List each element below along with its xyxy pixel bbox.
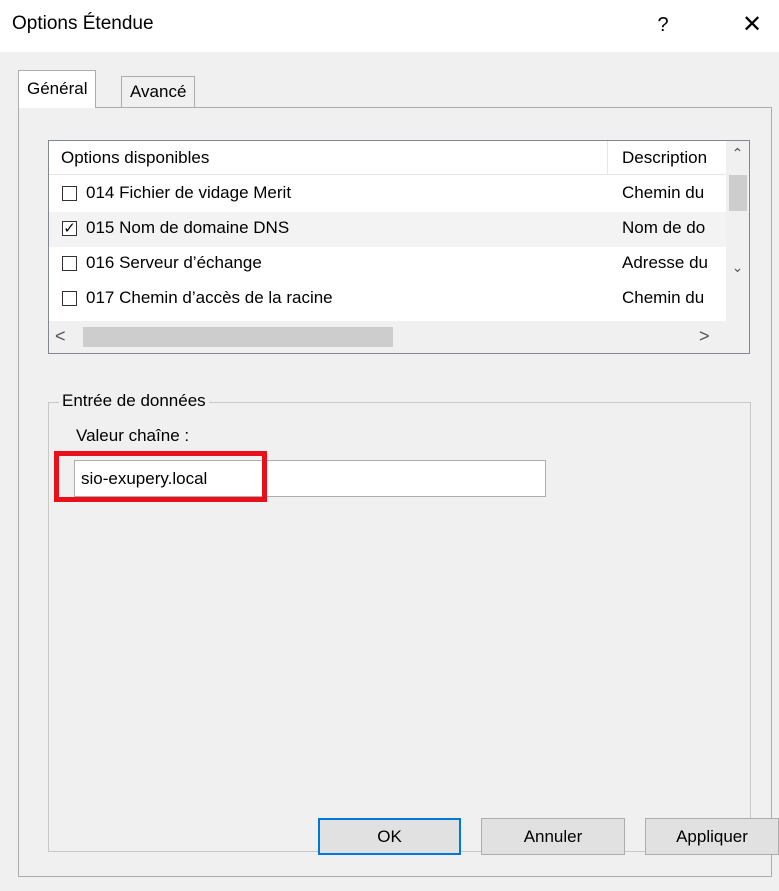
scroll-right-icon[interactable]: > — [699, 326, 710, 347]
option-description: Adresse du — [622, 253, 708, 272]
dialog-client-area: Général Avancé Options disponibles Descr… — [0, 52, 779, 891]
option-checkbox[interactable] — [62, 291, 77, 306]
window-title: Options Étendue — [12, 13, 154, 34]
close-button[interactable]: ✕ — [735, 8, 769, 42]
apply-button[interactable]: Appliquer — [645, 818, 779, 855]
horizontal-scrollbar[interactable]: < > — [49, 321, 749, 353]
list-item[interactable]: ✓ 015 Nom de domaine DNS Nom de do — [49, 212, 726, 247]
option-label: 014 Fichier de vidage Merit — [86, 183, 292, 202]
horizontal-scroll-thumb[interactable] — [83, 327, 393, 347]
tab-general[interactable]: Général — [18, 70, 97, 108]
option-label: 017 Chemin d’accès de la racine — [86, 288, 333, 307]
option-checkbox[interactable] — [62, 256, 77, 271]
list-item[interactable]: 014 Fichier de vidage Merit Chemin du — [49, 177, 726, 212]
list-item[interactable]: 016 Serveur d’échange Adresse du — [49, 247, 726, 282]
option-checkbox[interactable] — [62, 186, 77, 201]
option-label: 016 Serveur d’échange — [86, 253, 262, 272]
ok-button[interactable]: OK — [318, 818, 461, 855]
vertical-scrollbar[interactable]: ⌃ ⌄ — [726, 141, 749, 321]
option-description: Chemin du — [622, 183, 705, 202]
list-header: Options disponibles Description — [49, 141, 749, 175]
column-header-description[interactable]: Description — [622, 148, 730, 168]
scroll-left-icon[interactable]: < — [55, 326, 66, 347]
string-value-input[interactable] — [74, 460, 546, 497]
scroll-down-icon[interactable]: ⌄ — [726, 259, 749, 281]
list-item[interactable]: 017 Chemin d’accès de la racine Chemin d… — [49, 282, 726, 317]
tab-avance[interactable]: Avancé — [121, 76, 196, 108]
column-divider[interactable] — [607, 141, 608, 175]
vertical-scroll-thumb[interactable] — [729, 175, 747, 211]
option-label: 015 Nom de domaine DNS — [86, 218, 290, 237]
options-list[interactable]: Options disponibles Description 014 Fich… — [48, 140, 750, 354]
option-checkbox[interactable]: ✓ — [62, 221, 77, 236]
title-bar: Options Étendue ? ✕ — [0, 0, 779, 52]
tab-page-general: Options disponibles Description 014 Fich… — [18, 107, 772, 877]
option-description: Nom de do — [622, 218, 706, 237]
help-button[interactable]: ? — [648, 8, 678, 42]
group-title: Entrée de données — [59, 391, 209, 411]
data-entry-group: Entrée de données Valeur chaîne : — [48, 391, 751, 852]
column-header-options[interactable]: Options disponibles — [61, 148, 209, 168]
option-description: Chemin du — [622, 288, 705, 307]
string-value-label: Valeur chaîne : — [76, 426, 190, 445]
cancel-button[interactable]: Annuler — [481, 818, 625, 855]
scroll-up-icon[interactable]: ⌃ — [726, 145, 749, 167]
